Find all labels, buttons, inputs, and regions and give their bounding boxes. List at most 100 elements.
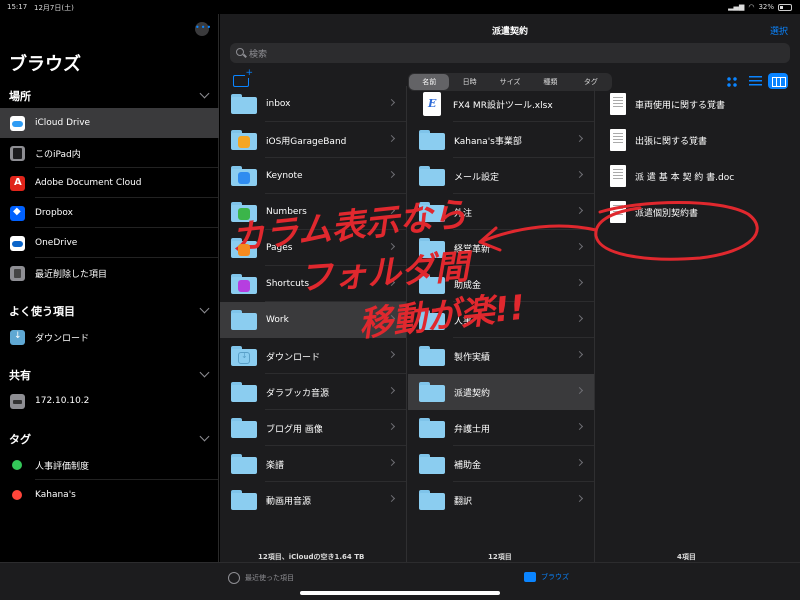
list-item[interactable]: 弁護士用 <box>408 410 594 446</box>
list-item[interactable]: 助成金 <box>408 266 594 302</box>
chevron-right-icon <box>387 494 396 503</box>
wifi-icon: ◠ <box>748 3 755 11</box>
list-item[interactable]: 外注 <box>408 194 594 230</box>
folder-icon <box>524 572 536 582</box>
list-item[interactable]: 動画用音源 <box>220 482 406 518</box>
file-browser: 派遣契約 選択 検索 名前 日時 サイズ 種類 タグ inbox iOS用Gar… <box>220 14 800 562</box>
sidebar-item-label: このiPad内 <box>35 149 81 160</box>
sidebar-item-dropbox[interactable]: Dropbox <box>0 198 219 228</box>
section-favorites-header[interactable]: よく使う項目 <box>9 303 75 319</box>
chevron-right-icon <box>575 170 584 179</box>
list-item[interactable]: Keynote <box>220 158 406 194</box>
list-item[interactable]: FX4 MR設計ツール.xlsx <box>408 86 594 122</box>
list-item[interactable]: Numbers <box>220 194 406 230</box>
numbers-folder-icon <box>231 202 257 222</box>
list-item[interactable]: inbox <box>220 86 406 122</box>
status-bar: 15:17 12月7日(土) ▂▄▆ ◠ 32% <box>0 0 800 14</box>
home-indicator[interactable] <box>300 591 500 595</box>
server-icon <box>10 393 25 409</box>
list-item[interactable]: 製作実績 <box>408 338 594 374</box>
tag-green-dot-icon <box>12 460 22 470</box>
sidebar-item-server[interactable]: 172.10.10.2 <box>0 386 219 416</box>
folder-icon <box>419 418 445 438</box>
list-item[interactable]: メール設定 <box>408 158 594 194</box>
section-places-header[interactable]: 場所 <box>9 88 31 104</box>
list-item[interactable]: Shortcuts <box>220 266 406 302</box>
list-item[interactable]: Work <box>220 302 406 338</box>
chevron-right-icon <box>575 134 584 143</box>
folder-icon <box>419 382 445 402</box>
chevron-right-icon <box>387 350 396 359</box>
list-item[interactable]: 派 遣 基 本 契 約 書.doc <box>596 158 800 194</box>
icloud-icon <box>10 115 25 131</box>
list-item[interactable]: 派遣契約 <box>408 374 594 410</box>
chevron-right-icon <box>387 242 396 251</box>
tab-label: ブラウズ <box>541 573 569 581</box>
list-item[interactable]: 楽譜 <box>220 446 406 482</box>
sidebar-item-downloads[interactable]: ダウンロード <box>0 322 219 352</box>
chevron-down-icon[interactable] <box>199 303 210 314</box>
sidebar-item-label: OneDrive <box>35 238 78 248</box>
sidebar-item-recently-deleted[interactable]: 最近削除した項目 <box>0 258 219 288</box>
chevron-right-icon <box>575 206 584 215</box>
more-options-button[interactable]: ••• <box>195 22 211 36</box>
chevron-right-icon <box>387 422 396 431</box>
page-title: 派遣契約 <box>491 27 528 37</box>
chevron-down-icon[interactable] <box>199 88 210 99</box>
list-item[interactable]: 翻訳 <box>408 482 594 518</box>
folder-icon <box>231 382 257 402</box>
list-item[interactable]: 出張に関する覚書 <box>596 122 800 158</box>
folder-icon <box>231 454 257 474</box>
list-item[interactable]: 補助金 <box>408 446 594 482</box>
ipad-icon <box>10 145 25 161</box>
chevron-right-icon <box>387 278 396 287</box>
clock-icon <box>228 572 240 584</box>
list-item[interactable]: 車両使用に関する覚書 <box>596 86 800 122</box>
section-shared-header[interactable]: 共有 <box>9 367 31 383</box>
folder-icon <box>419 454 445 474</box>
list-item[interactable]: ダラブッカ音源 <box>220 374 406 410</box>
tab-recents[interactable]: 最近使った項目 <box>228 572 294 584</box>
section-tags-header[interactable]: タグ <box>9 431 31 447</box>
onedrive-icon <box>10 235 25 251</box>
folder-icon <box>419 238 445 258</box>
select-button[interactable]: 選択 <box>770 24 788 37</box>
chevron-down-icon[interactable] <box>199 367 210 378</box>
folder-icon <box>419 274 445 294</box>
status-time: 15:17 <box>7 3 28 11</box>
column-icloud-drive: inbox iOS用GarageBand Keynote Numbers Pag… <box>220 86 407 562</box>
sidebar-item-onedrive[interactable]: OneDrive <box>0 228 219 258</box>
sidebar-item-tag-kahanas[interactable]: Kahana's <box>0 480 219 510</box>
tab-bar: 最近使った項目 ブラウズ <box>0 562 800 600</box>
list-item[interactable]: 派遣個別契約書 <box>596 194 800 230</box>
tab-label: 最近使った項目 <box>245 574 294 582</box>
pages-folder-icon <box>231 238 257 258</box>
list-item[interactable]: Pages <box>220 230 406 266</box>
chevron-down-icon[interactable] <box>199 431 210 442</box>
list-item[interactable]: ブログ用 画像 <box>220 410 406 446</box>
sidebar-item-tag-jinji[interactable]: 人事評価制度 <box>0 450 219 480</box>
tag-red-dot-icon <box>12 490 22 500</box>
sidebar: ••• ブラウズ 場所 iCloud Drive このiPad内 Adobe D… <box>0 14 219 562</box>
sidebar-item-label: ダウンロード <box>35 333 90 344</box>
chevron-right-icon <box>575 458 584 467</box>
column-work: FX4 MR設計ツール.xlsx Kahana's事業部 メール設定 外注 経営… <box>408 86 595 562</box>
search-input[interactable]: 検索 <box>230 43 790 63</box>
sidebar-item-label: Dropbox <box>35 208 73 218</box>
sidebar-item-adobe[interactable]: Adobe Document Cloud <box>0 168 219 198</box>
list-item[interactable]: 人事 <box>408 302 594 338</box>
column-3-item-count: 4項目 <box>677 553 696 561</box>
tab-browse[interactable]: ブラウズ <box>524 572 569 582</box>
garageband-folder-icon <box>231 130 257 150</box>
chevron-right-icon <box>387 206 396 215</box>
list-item[interactable]: ダウンロード <box>220 338 406 374</box>
list-item[interactable]: iOS用GarageBand <box>220 122 406 158</box>
list-item[interactable]: 経営革新 <box>408 230 594 266</box>
sidebar-item-on-ipad[interactable]: このiPad内 <box>0 138 219 168</box>
list-item[interactable]: Kahana's事業部 <box>408 122 594 158</box>
sidebar-item-icloud-drive[interactable]: iCloud Drive <box>0 108 219 138</box>
chevron-right-icon <box>575 350 584 359</box>
chevron-right-icon <box>575 314 584 323</box>
folder-icon <box>419 166 445 186</box>
search-icon <box>236 48 244 56</box>
